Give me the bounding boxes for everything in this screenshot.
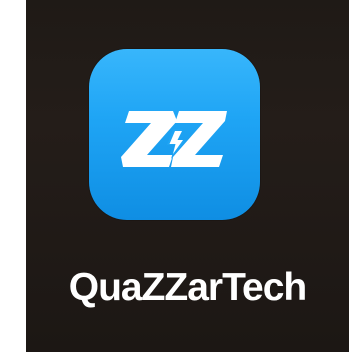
zz-lightning-logo-icon (121, 111, 227, 167)
quazzartech-app-icon[interactable] (89, 49, 260, 220)
screen-edge (0, 0, 26, 352)
app-label[interactable]: QuaZZarTech (26, 266, 349, 310)
home-screen: QuaZZarTech (0, 0, 349, 352)
